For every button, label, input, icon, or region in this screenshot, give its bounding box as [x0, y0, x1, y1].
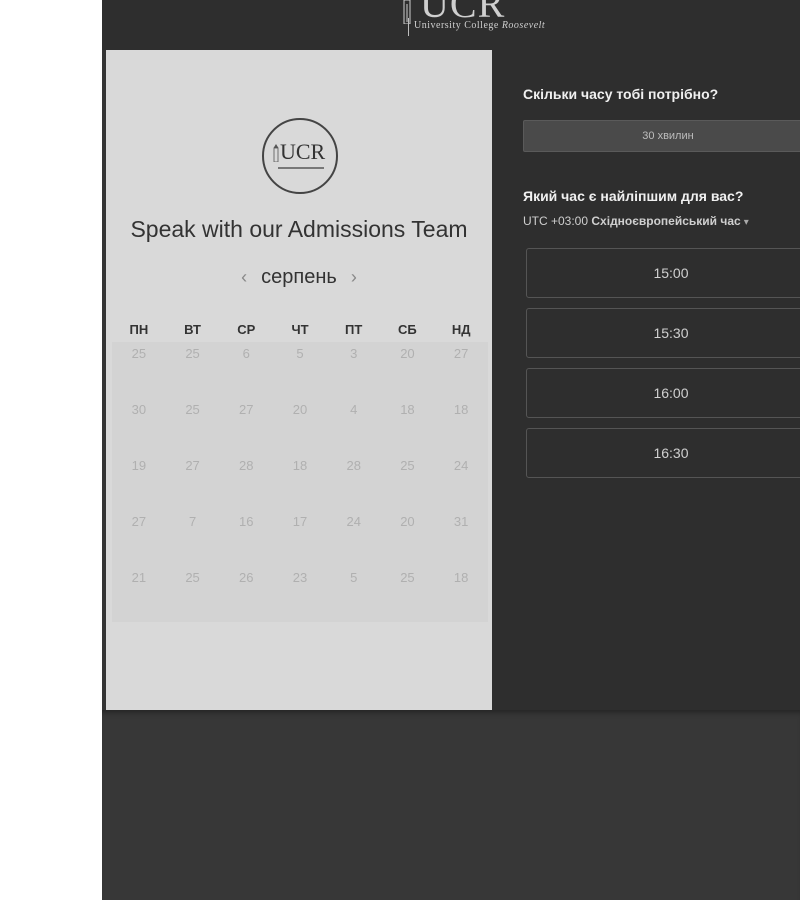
calendar-day: 25 — [185, 570, 200, 585]
calendar-day: 6 — [242, 346, 250, 361]
calendar-day: 24 — [453, 458, 469, 473]
calendar-day: 25 — [400, 458, 415, 473]
weekday-label: СР — [237, 322, 256, 337]
calendar-week: 30 25 27 20 4 18 18 — [112, 398, 488, 454]
page-footer-area — [102, 710, 800, 900]
chevron-left-icon[interactable]: ‹ — [241, 268, 247, 286]
banner-logo-divider — [408, 18, 409, 36]
calendar-day: 18 — [453, 402, 469, 417]
weekday-header: ПН ВТ СР ЧТ ПТ СБ НД — [112, 318, 488, 342]
chevron-right-icon[interactable]: › — [351, 268, 357, 286]
time-slot-button[interactable]: 15:30 — [526, 308, 800, 358]
weekday-label: ПТ — [345, 322, 363, 337]
duration-option-button[interactable]: 30 хвилин — [523, 120, 800, 152]
calendar-day: 20 — [400, 346, 415, 361]
calendar-day: 20 — [400, 514, 415, 529]
calendar-day: 3 — [350, 346, 358, 361]
circle-logo-text: UCR — [280, 139, 326, 164]
calendar-day: 5 — [350, 570, 358, 585]
banner-logo-subtitle: University College Roosevelt — [414, 20, 545, 31]
timezone-selector[interactable]: UTC +03:00 Східноєвропейський час ▾ — [523, 214, 749, 228]
top-banner: UCR University College Roosevelt — [102, 0, 800, 50]
calendar-day: 4 — [350, 402, 358, 417]
month-navigation: ‹ серпень › — [106, 262, 492, 292]
calendar-day: 28 — [346, 458, 361, 473]
ucr-circle-logo: UCR — [262, 118, 338, 194]
calendar-day: 31 — [453, 514, 469, 529]
calendar-day: 23 — [292, 570, 308, 585]
calendar-week: 19 27 28 18 28 25 24 — [112, 454, 488, 510]
booking-panel: Скільки часу тобі потрібно? 30 хвилин Як… — [492, 50, 800, 710]
duration-question: Скільки часу тобі потрібно? — [523, 86, 719, 102]
time-slot-list: 15:00 15:30 16:00 16:30 — [526, 248, 800, 488]
calendar-day: 27 — [185, 458, 200, 473]
calendar-day: 25 — [131, 346, 147, 361]
calendar-day: 28 — [239, 458, 254, 473]
timezone-offset: UTC +03:00 — [523, 214, 589, 228]
caret-down-icon: ▾ — [743, 217, 749, 228]
calendar-grid: ПН ВТ СР ЧТ ПТ СБ НД 25 25 6 5 3 20 27 3… — [112, 318, 488, 622]
calendar-day: 18 — [453, 570, 469, 585]
calendar-day: 24 — [346, 514, 361, 529]
calendar-day: 18 — [400, 402, 415, 417]
tower-icon — [403, 0, 411, 24]
time-slot-button[interactable]: 15:00 — [526, 248, 800, 298]
time-question: Який час є найліпшим для вас? — [523, 188, 744, 204]
timezone-name: Східноєвропейський час — [591, 214, 741, 228]
calendar-week: 27 7 16 17 24 20 31 — [112, 510, 488, 566]
calendar-day: 16 — [239, 514, 254, 529]
calendar-week: 25 25 6 5 3 20 27 — [112, 342, 488, 398]
calendar-days: 25 25 6 5 3 20 27 30 25 27 20 4 18 18 19… — [112, 342, 488, 622]
weekday-label: ПН — [129, 322, 149, 337]
calendar-day: 25 — [185, 402, 200, 417]
mini-tower-icon — [273, 144, 279, 162]
calendar-day: 19 — [131, 458, 147, 473]
scheduler-page: UCR University College Roosevelt UCR Spe… — [102, 0, 800, 900]
calendar-day: 5 — [296, 346, 304, 361]
circle-logo-subline — [278, 167, 324, 169]
calendar-day: 27 — [239, 402, 254, 417]
calendar-day: 20 — [292, 402, 308, 417]
banner-subtitle-name: Roosevelt — [501, 20, 546, 31]
weekday-label: ЧТ — [291, 322, 309, 337]
calendar-day: 26 — [239, 570, 254, 585]
calendar-day: 30 — [131, 402, 147, 417]
weekday-label: ВТ — [184, 322, 201, 337]
current-month: серпень — [261, 265, 337, 288]
calendar-week: 21 25 26 23 5 25 18 — [112, 566, 488, 622]
calendar-day: 27 — [131, 514, 147, 529]
calendar-day: 21 — [131, 570, 147, 585]
calendar-panel: UCR Speak with our Admissions Team ‹ сер… — [106, 50, 492, 710]
time-slot-button[interactable]: 16:00 — [526, 368, 800, 418]
time-slot-button[interactable]: 16:30 — [526, 428, 800, 478]
calendar-day: 18 — [292, 458, 308, 473]
calendar-day: 7 — [188, 514, 197, 529]
ucr-banner-logo[interactable]: UCR University College Roosevelt — [400, 0, 590, 50]
weekday-label: НД — [451, 322, 471, 337]
weekday-label: СБ — [398, 322, 417, 337]
calendar-day: 25 — [185, 346, 200, 361]
panel-title: Speak with our Admissions Team — [130, 216, 468, 242]
banner-subtitle-prefix: University College — [414, 20, 499, 31]
calendar-day: 17 — [292, 514, 308, 529]
calendar-day: 27 — [453, 346, 469, 361]
calendar-day: 25 — [400, 570, 415, 585]
